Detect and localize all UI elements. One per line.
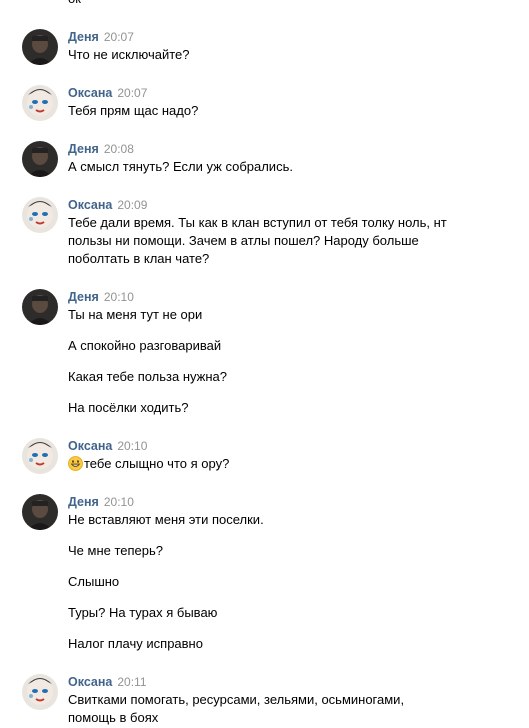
avatar-denya[interactable] [22, 29, 58, 65]
message-author[interactable]: Деня [68, 30, 99, 44]
message-author[interactable]: Оксана [68, 198, 112, 212]
avatar-denya[interactable] [22, 141, 58, 177]
message-time[interactable]: 20:10 [104, 495, 134, 509]
message-author[interactable]: Оксана [68, 675, 112, 689]
message-time[interactable]: 20:09 [117, 198, 147, 212]
message-text: Туры? На турах я бываю [68, 605, 218, 620]
message-text-with-emoji: тебе слыщно что я ору? [68, 455, 229, 473]
message-text: тебе слыщно что я ору? [84, 456, 230, 471]
message-time[interactable]: 20:10 [104, 290, 134, 304]
message-text: А спокойно разговаривай [68, 338, 222, 353]
message-time[interactable]: 20:10 [117, 439, 147, 453]
message-text: Какая тебе польза нужна? [68, 369, 227, 384]
message-time[interactable]: 20:08 [104, 142, 134, 156]
message-text: пользы ни помощи. Зачем в атлы пошел? На… [68, 233, 419, 248]
message-text: Тебя прям щас надо? [68, 103, 199, 118]
message-author[interactable]: Деня [68, 495, 99, 509]
message-author[interactable]: Деня [68, 290, 99, 304]
message-text: А смысл тянуть? Если уж собрались. [68, 159, 293, 174]
message-text: Свитками помогать, ресурсами, зельями, о… [68, 692, 405, 707]
avatar-oksana[interactable] [22, 197, 58, 233]
message-time[interactable]: 20:07 [104, 30, 134, 44]
avatar-oksana[interactable] [22, 85, 58, 121]
message-text: Слышно [68, 574, 120, 589]
message-text: Не вставляют меня эти поселки. [68, 512, 264, 527]
message-text: Что не исключайте? [68, 47, 190, 62]
avatar-oksana[interactable] [22, 438, 58, 474]
message-author[interactable]: Оксана [68, 86, 112, 100]
message-text: поболтать в клан чате? [68, 251, 210, 266]
message-time[interactable]: 20:11 [117, 675, 146, 689]
avatar-denya[interactable] [22, 494, 58, 530]
grinning-face-icon [68, 456, 83, 471]
message-text: помощь в боях [68, 710, 159, 725]
message-text: Налог плачу исправно [68, 636, 203, 651]
message-text: На посёлки ходить? [68, 400, 189, 415]
avatar-oksana[interactable] [22, 674, 58, 710]
message-time[interactable]: 20:07 [117, 86, 147, 100]
message-author[interactable]: Деня [68, 142, 99, 156]
message-author[interactable]: Оксана [68, 439, 112, 453]
message-text: Тебе дали время. Ты как в клан вступил о… [68, 215, 447, 230]
message-text: Ты на меня тут не ори [68, 307, 203, 322]
avatar-denya[interactable] [22, 289, 58, 325]
message-text: Че мне теперь? [68, 543, 164, 558]
partial-message-text: ок [68, 0, 81, 8]
